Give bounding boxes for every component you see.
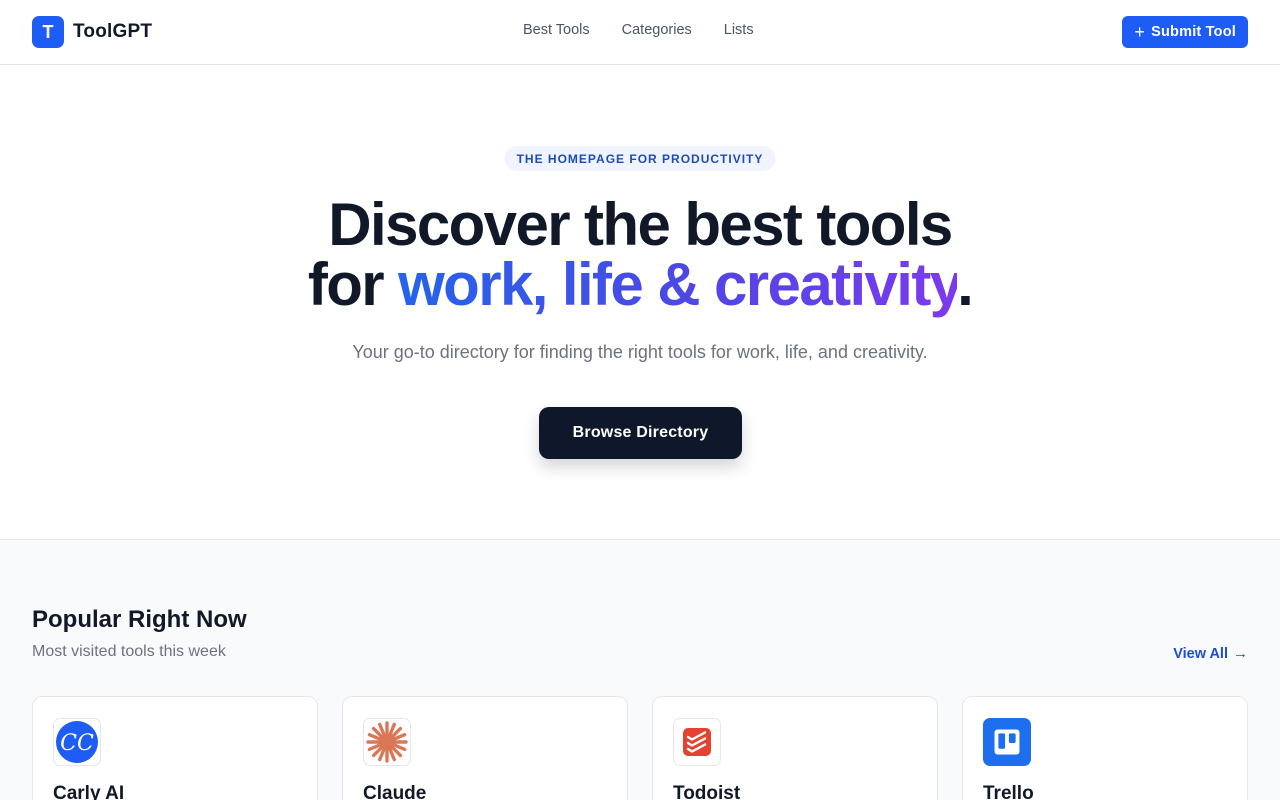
view-all-link[interactable]: View All → — [1173, 645, 1248, 662]
popular-section: Popular Right Now Most visited tools thi… — [0, 540, 1280, 800]
tool-name: Carly AI — [53, 783, 125, 800]
tool-card-todoist[interactable]: Todoist — [652, 696, 938, 800]
brand-name: ToolGPT — [73, 21, 153, 42]
submit-tool-label: Submit Tool — [1151, 24, 1236, 40]
headline-highlight: work, life & creativity — [398, 251, 959, 318]
svg-text:CC: CC — [60, 731, 94, 756]
logo-link[interactable]: T ToolGPT — [32, 16, 152, 48]
arrow-right-icon: → — [1233, 645, 1248, 662]
headline-period: . — [957, 251, 974, 318]
tool-name: Claude — [363, 783, 427, 800]
hero-headline: Discover the best tools for work, life &… — [0, 195, 1280, 315]
main-nav: Best Tools Categories Lists — [523, 22, 786, 38]
plus-icon: + — [1134, 22, 1146, 42]
hero-badge: THE HOMEPAGE FOR PRODUCTIVITY — [504, 146, 776, 171]
view-all-label: View All — [1173, 645, 1228, 662]
tool-name: Todoist — [673, 783, 741, 800]
trello-logo-icon — [983, 718, 1031, 766]
submit-tool-button[interactable]: + Submit Tool — [1122, 16, 1248, 48]
carly-ai-logo-icon: CC — [53, 718, 101, 766]
logo-mark-icon: T — [32, 16, 64, 48]
section-title: Popular Right Now — [32, 606, 247, 633]
site-header: T ToolGPT Best Tools Categories Lists + … — [0, 0, 1280, 65]
todoist-logo-icon — [673, 718, 721, 766]
claude-logo-icon — [363, 718, 411, 766]
hero-section: THE HOMEPAGE FOR PRODUCTIVITY Discover t… — [0, 65, 1280, 540]
tool-card-carly-ai[interactable]: CC Carly AI — [32, 696, 318, 800]
nav-best-tools[interactable]: Best Tools — [523, 22, 590, 38]
nav-lists[interactable]: Lists — [724, 22, 754, 38]
hero-subtitle: Your go-to directory for finding the rig… — [352, 342, 928, 362]
headline-for: for — [307, 251, 399, 318]
section-subtitle: Most visited tools this week — [32, 643, 226, 660]
tool-card-trello[interactable]: Trello — [962, 696, 1248, 800]
nav-categories[interactable]: Categories — [622, 22, 692, 38]
tool-name: Trello — [983, 783, 1034, 800]
headline-line-1: Discover the best tools — [328, 191, 953, 258]
tool-card-claude[interactable]: Claude — [342, 696, 628, 800]
browse-directory-button[interactable]: Browse Directory — [539, 407, 742, 459]
